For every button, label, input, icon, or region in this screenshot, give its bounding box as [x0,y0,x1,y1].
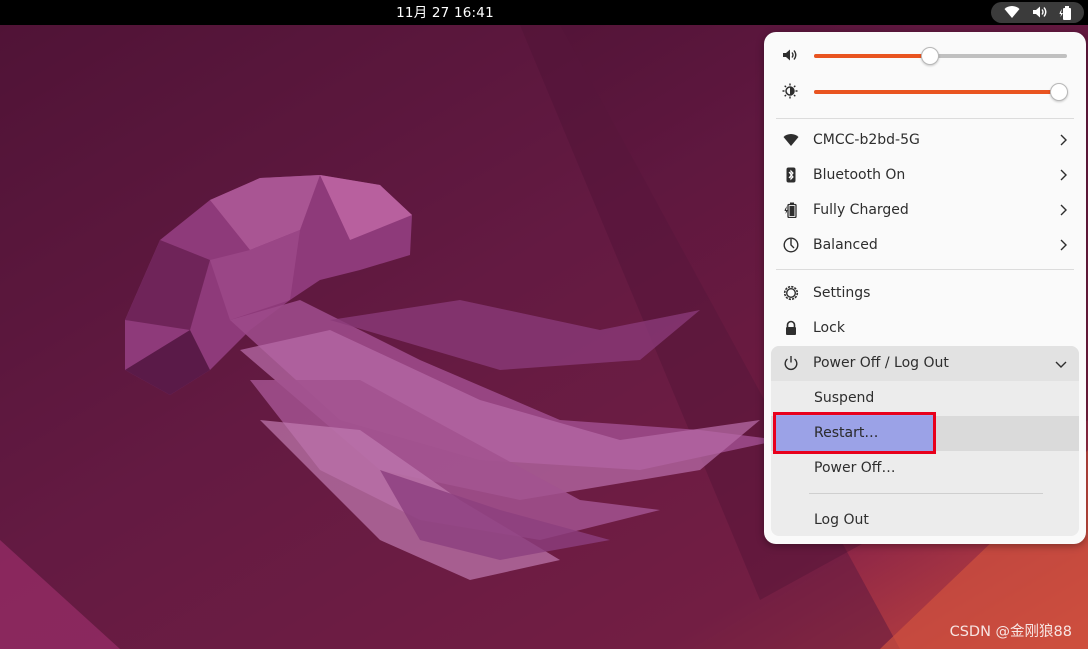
brightness-slider[interactable] [814,83,1069,101]
power-icon [784,356,798,371]
chevron-right-icon [1060,134,1067,146]
battery-icon [1059,6,1071,20]
restart-highlight-label: Restart… [814,425,879,441]
watermark: CSDN @金刚狼88 [949,624,1072,640]
lock-icon [786,320,796,335]
power-off-label: Power Off… [814,460,896,476]
volume-slider-handle[interactable] [921,47,940,65]
wifi-icon [1004,6,1020,19]
power-profile-item[interactable]: Balanced [771,228,1079,263]
wifi-network-label: CMCC-b2bd-5G [813,132,920,148]
volume-icon [783,49,797,61]
system-status-area[interactable] [991,2,1084,23]
divider [809,493,1043,494]
chevron-right-icon [1060,169,1067,181]
power-profile-icon [783,237,799,253]
settings-item[interactable]: Settings [771,276,1079,311]
clock[interactable]: 11月 27 16:41 [0,0,890,25]
suspend-item[interactable]: Suspend [771,381,1079,416]
chevron-right-icon [1060,204,1067,216]
wifi-icon [783,134,799,146]
log-out-label: Log Out [814,512,869,528]
power-profile-label: Balanced [813,237,878,253]
gear-icon [783,285,799,301]
restart-highlight-annotation[interactable]: Restart… [773,412,936,454]
battery-icon [784,202,797,218]
power-off-log-out-label: Power Off / Log Out [813,355,949,371]
power-off-log-out-item[interactable]: Power Off / Log Out [771,346,1079,381]
bluetooth-label: Bluetooth On [813,167,906,183]
quick-settings-menu: CMCC-b2bd-5G Bluetooth On Fully Charged … [764,32,1086,544]
log-out-item[interactable]: Log Out [771,503,1079,538]
volume-icon [1033,6,1047,18]
divider [776,118,1074,119]
battery-item[interactable]: Fully Charged [771,193,1079,228]
settings-label: Settings [813,285,871,301]
top-bar: 11月 27 16:41 [0,0,1088,25]
brightness-slider-fill [814,90,1060,94]
chevron-down-icon [1055,361,1067,368]
power-off-item[interactable]: Power Off… [771,451,1079,486]
lock-label: Lock [813,320,845,336]
lock-item[interactable]: Lock [771,311,1079,346]
chevron-right-icon [1060,239,1067,251]
volume-slider-row [764,41,1086,71]
volume-slider-fill [814,54,931,58]
brightness-slider-row [764,77,1086,107]
volume-slider[interactable] [814,47,1067,65]
battery-label: Fully Charged [813,202,909,218]
wifi-network-item[interactable]: CMCC-b2bd-5G [771,123,1079,158]
bluetooth-icon [786,167,796,183]
suspend-label: Suspend [814,390,875,406]
brightness-slider-handle[interactable] [1050,83,1069,101]
bluetooth-item[interactable]: Bluetooth On [771,158,1079,193]
brightness-icon [782,83,798,99]
divider [776,269,1074,270]
